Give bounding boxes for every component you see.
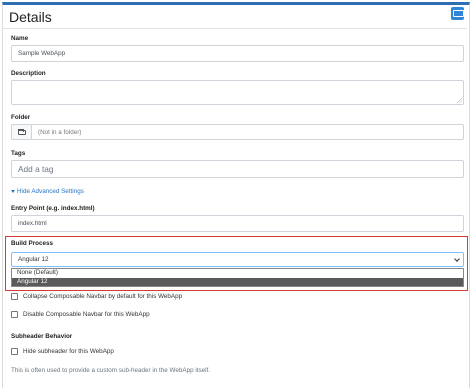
collapse-navbar-label: Collapse Composable Navbar by default fo… xyxy=(23,293,183,300)
disable-navbar-label: Disable Composable Navbar for this WebAp… xyxy=(23,311,150,318)
hide-advanced-settings-link[interactable]: Hide Advanced Settings xyxy=(11,188,84,195)
name-input[interactable]: Sample WebApp xyxy=(11,45,464,62)
entry-point-input[interactable]: index.html xyxy=(11,215,464,232)
folder-picker-button[interactable] xyxy=(11,124,32,140)
advanced-link-label: Hide Advanced Settings xyxy=(17,188,84,195)
build-process-dropdown: None (Default) Angular 12 xyxy=(11,268,464,287)
folder-placeholder: (Not in a folder) xyxy=(38,128,82,136)
caret-down-icon xyxy=(11,190,15,193)
hide-subheader-label: Hide subheader for this WebApp xyxy=(23,348,114,355)
tags-label: Tags xyxy=(11,150,26,157)
option-angular-12[interactable]: Angular 12 xyxy=(12,277,463,286)
chevron-down-icon xyxy=(454,256,460,262)
subheader-behavior-label: Subheader Behavior xyxy=(11,333,73,340)
folder-label: Folder xyxy=(11,114,31,121)
build-process-label: Build Process xyxy=(11,240,53,247)
divider xyxy=(3,28,467,29)
resize-handle-icon[interactable] xyxy=(457,98,462,103)
disable-navbar-checkbox[interactable] xyxy=(11,311,18,318)
hide-subheader-row[interactable]: Hide subheader for this WebApp xyxy=(11,348,114,355)
entry-point-value: index.html xyxy=(18,220,47,227)
tags-input[interactable]: Add a tag xyxy=(11,160,464,178)
tags-placeholder: Add a tag xyxy=(18,164,54,174)
disable-navbar-row[interactable]: Disable Composable Navbar for this WebAp… xyxy=(11,311,150,318)
option-none-default[interactable]: None (Default) xyxy=(12,269,463,278)
folder-icon xyxy=(18,129,26,135)
description-textarea[interactable] xyxy=(11,80,464,105)
entry-point-label: Entry Point (e.g. index.html) xyxy=(11,205,95,212)
build-process-select[interactable]: Angular 12 xyxy=(11,252,464,267)
collapse-navbar-checkbox[interactable] xyxy=(11,293,18,300)
folder-input[interactable]: (Not in a folder) xyxy=(31,124,464,140)
build-process-selected: Angular 12 xyxy=(18,256,49,263)
name-label: Name xyxy=(11,35,29,42)
subheader-help-text: This is often used to provide a custom s… xyxy=(11,367,211,374)
monitor-icon[interactable] xyxy=(451,7,464,20)
collapse-navbar-row[interactable]: Collapse Composable Navbar by default fo… xyxy=(11,293,182,300)
page-title: Details xyxy=(9,9,52,25)
name-value: Sample WebApp xyxy=(18,50,66,57)
description-label: Description xyxy=(11,70,46,77)
hide-subheader-checkbox[interactable] xyxy=(11,348,18,355)
